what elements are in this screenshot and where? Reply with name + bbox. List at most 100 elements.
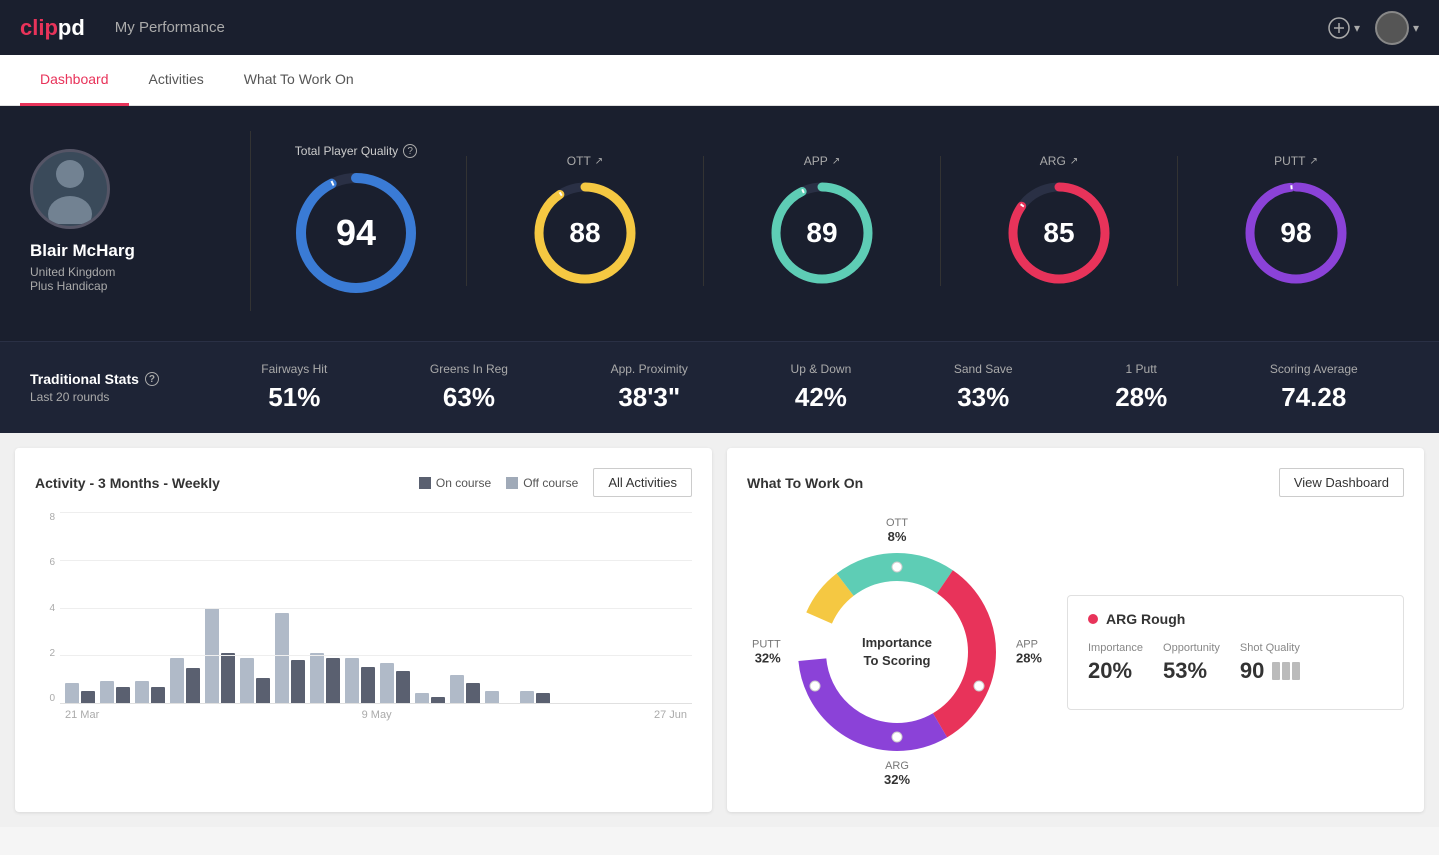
tab-what-to-work-on[interactable]: What To Work On: [224, 55, 374, 106]
bar-group-6: [240, 658, 270, 703]
ott-value: 88: [569, 217, 600, 249]
y-label-6: 6: [49, 557, 55, 568]
trad-label: Traditional Stats ?: [30, 371, 210, 387]
tpq-section: Total Player Quality ? 94: [271, 144, 441, 298]
trad-help-icon[interactable]: ?: [145, 372, 159, 386]
what-to-work-on-panel: What To Work On View Dashboard: [727, 448, 1424, 812]
header-title: My Performance: [115, 19, 225, 36]
trad-label-section: Traditional Stats ? Last 20 rounds: [30, 371, 210, 404]
donut-label-arg: ARG 32%: [884, 760, 910, 787]
ott-label: OTT ↗: [567, 154, 603, 168]
view-dashboard-button[interactable]: View Dashboard: [1279, 468, 1404, 497]
user-menu[interactable]: ▾: [1375, 11, 1419, 45]
add-button[interactable]: ▾: [1328, 17, 1360, 39]
donut-chart: Importance To Scoring OTT 8% APP 28% ARG…: [747, 512, 1047, 792]
player-avatar: [30, 149, 110, 229]
player-name: Blair McHarg: [30, 241, 135, 261]
what-header: What To Work On View Dashboard: [747, 468, 1404, 497]
bar-group-9: [345, 658, 375, 703]
stats-panel: Blair McHarg United Kingdom Plus Handica…: [0, 106, 1439, 341]
app-circle: 89: [767, 178, 877, 288]
bar-group-13: [485, 691, 515, 703]
bar-group-1: [65, 683, 95, 703]
y-label-0: 0: [49, 693, 55, 704]
tab-activities[interactable]: Activities: [129, 55, 224, 106]
legend-off-course: Off course: [506, 476, 578, 490]
tab-dashboard[interactable]: Dashboard: [20, 55, 129, 106]
y-label-4: 4: [49, 603, 55, 614]
shot-quality-stat: Shot Quality 90: [1240, 642, 1300, 684]
fairways-hit-stat: Fairways Hit 51%: [261, 362, 327, 413]
score-circles: Total Player Quality ? 94 OTT ↗: [271, 144, 1409, 298]
bar-group-4: [170, 658, 200, 703]
chart-area: 8 6 4 2 0: [35, 512, 692, 732]
header: clippd My Performance ▾ ▾: [0, 0, 1439, 55]
chart-legend: On course Off course: [419, 476, 579, 490]
score-divider-2: [703, 156, 704, 286]
ott-circle: 88: [530, 178, 640, 288]
what-content: Importance To Scoring OTT 8% APP 28% ARG…: [747, 512, 1404, 792]
bar-group-8: [310, 653, 340, 703]
app-proximity-stat: App. Proximity 38'3": [611, 362, 688, 413]
chart-bars: [60, 512, 692, 704]
add-chevron: ▾: [1354, 21, 1360, 35]
tpq-label: Total Player Quality ?: [295, 144, 417, 158]
header-right: ▾ ▾: [1328, 11, 1419, 45]
scoring-avg-stat: Scoring Average 74.28: [1270, 362, 1358, 413]
donut-label-app: APP 28%: [1016, 639, 1042, 666]
info-card: ARG Rough Importance 20% Opportunity 53%…: [1067, 595, 1404, 710]
score-divider-3: [940, 156, 941, 286]
trad-sublabel: Last 20 rounds: [30, 390, 210, 404]
logo[interactable]: clippd: [20, 15, 85, 41]
header-left: clippd My Performance: [20, 15, 225, 41]
arg-section: ARG ↗ 85: [946, 154, 1172, 288]
bar-group-12: [450, 675, 480, 703]
player-handicap: Plus Handicap: [30, 279, 107, 293]
sand-save-stat: Sand Save 33%: [954, 362, 1013, 413]
tpq-circle: 94: [291, 168, 421, 298]
x-label-may: 9 May: [362, 709, 392, 721]
putt-label: PUTT ↗: [1274, 154, 1318, 168]
chart-header: Activity - 3 Months - Weekly On course O…: [35, 468, 692, 497]
putt-circle: 98: [1241, 178, 1351, 288]
app-value: 89: [806, 217, 837, 249]
divider: [250, 131, 251, 311]
bottom-panels: Activity - 3 Months - Weekly On course O…: [0, 433, 1439, 827]
tpq-value: 94: [336, 212, 376, 254]
bar-group-2: [100, 681, 130, 703]
bar-group-7: [275, 613, 305, 703]
user-chevron: ▾: [1413, 21, 1419, 35]
one-putt-stat: 1 Putt 28%: [1115, 362, 1167, 413]
y-label-8: 8: [49, 512, 55, 523]
player-country: United Kingdom: [30, 265, 115, 279]
chart-title: Activity - 3 Months - Weekly: [35, 475, 220, 491]
chart-x-labels: 21 Mar 9 May 27 Jun: [60, 704, 692, 721]
bar-group-3: [135, 681, 165, 703]
x-label-mar: 21 Mar: [65, 709, 99, 721]
player-info: Blair McHarg United Kingdom Plus Handica…: [30, 149, 230, 293]
y-label-2: 2: [49, 648, 55, 659]
logo-text: clippd: [20, 15, 85, 41]
all-activities-button[interactable]: All Activities: [593, 468, 692, 497]
bar-group-10: [380, 663, 410, 703]
pink-dot-icon: [1088, 614, 1098, 624]
quality-bars: [1272, 662, 1300, 680]
bar-group-5: [205, 608, 235, 703]
greens-in-reg-stat: Greens In Reg 63%: [430, 362, 508, 413]
tpq-help-icon[interactable]: ?: [403, 144, 417, 158]
donut-label-putt: PUTT 32%: [752, 639, 781, 666]
putt-section: PUTT ↗ 98: [1183, 154, 1409, 288]
x-label-jun: 27 Jun: [654, 709, 687, 721]
nav-tabs: Dashboard Activities What To Work On: [0, 55, 1439, 106]
arg-label: ARG ↗: [1040, 154, 1078, 168]
trad-stats-row: Fairways Hit 51% Greens In Reg 63% App. …: [210, 362, 1409, 413]
opportunity-stat: Opportunity 53%: [1163, 642, 1220, 684]
what-title: What To Work On: [747, 475, 863, 491]
info-card-title: ARG Rough: [1088, 611, 1383, 627]
ott-section: OTT ↗ 88: [472, 154, 698, 288]
on-course-icon: [419, 477, 431, 489]
score-divider-1: [466, 156, 467, 286]
avatar: [1375, 11, 1409, 45]
up-down-stat: Up & Down 42%: [791, 362, 852, 413]
activity-chart-panel: Activity - 3 Months - Weekly On course O…: [15, 448, 712, 812]
